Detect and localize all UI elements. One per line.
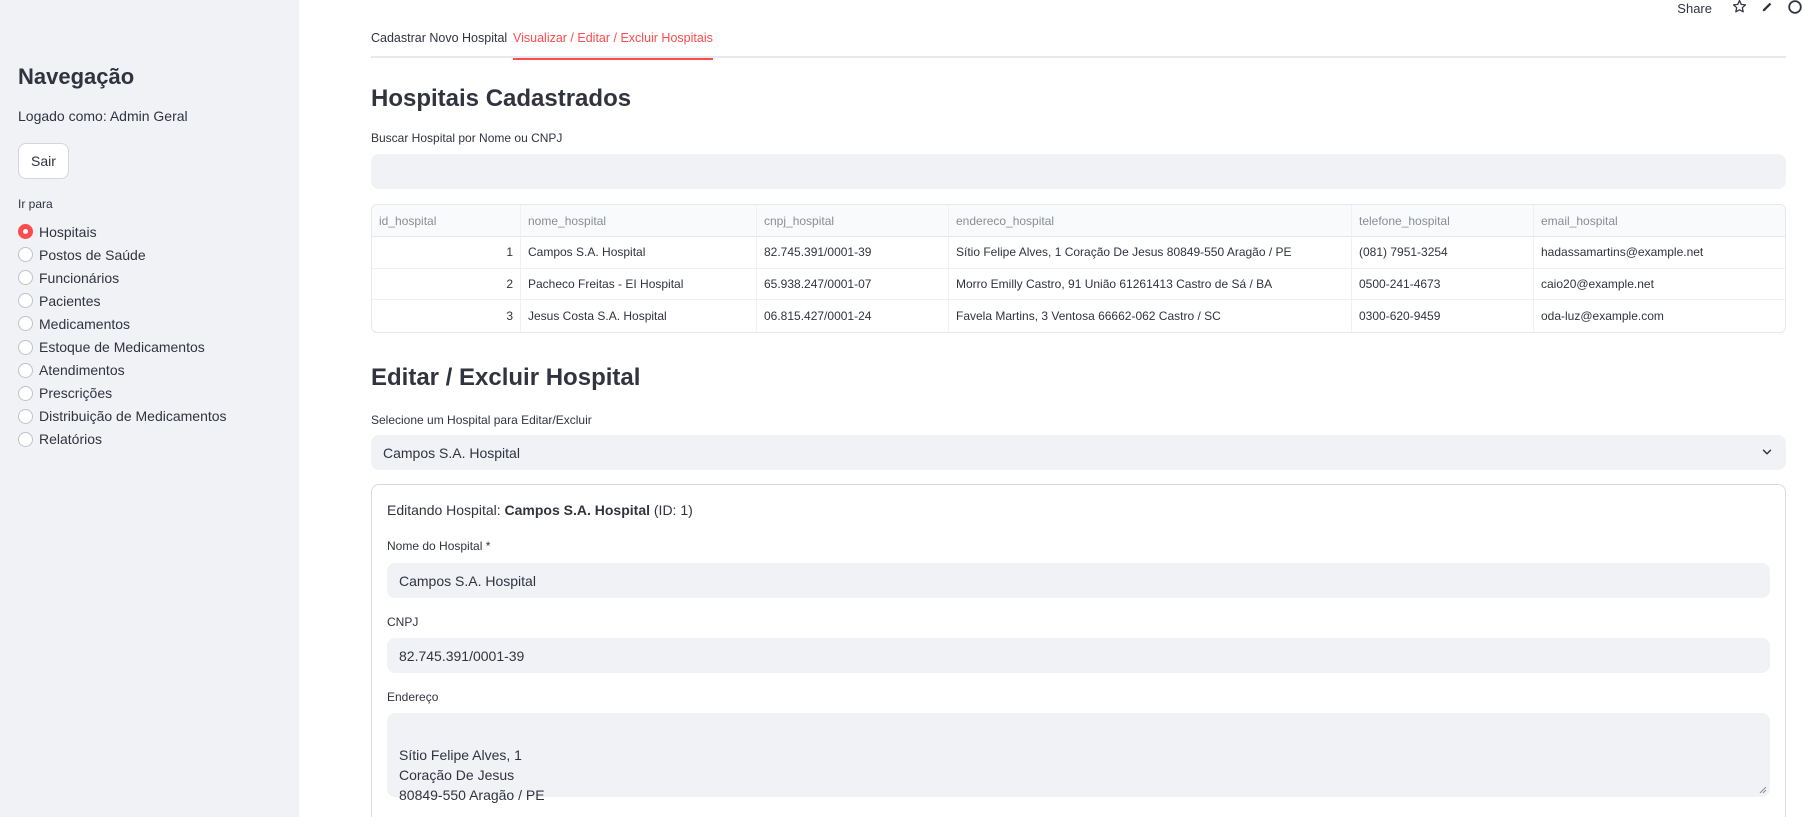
nav-radio-option-label: Atendimentos <box>39 362 125 379</box>
nav-radio-option[interactable]: Distribuição de Medicamentos <box>18 405 227 428</box>
table-cell: 0500-241-4673 <box>1352 268 1534 300</box>
chevron-down-icon <box>1762 449 1772 455</box>
nav-radio-label: Ir para <box>18 197 53 211</box>
sidebar-title: Navegação <box>18 64 135 89</box>
table-cell: Campos S.A. Hospital <box>521 237 757 269</box>
table-row[interactable]: 1 Campos S.A. Hospital 82.745.391/0001-3… <box>372 237 1785 269</box>
list-section-title: Hospitais Cadastrados <box>371 85 632 112</box>
form-heading-prefix: Editando Hospital: <box>387 502 501 518</box>
form-heading-id: (ID: 1) <box>653 502 693 518</box>
table-row[interactable]: 2 Pacheco Freitas - EI Hospital 65.938.2… <box>372 268 1785 300</box>
nav-radio-option[interactable]: Hospitais <box>18 220 227 243</box>
address-textarea[interactable]: Sítio Felipe Alves, 1 Coração De Jesus 8… <box>387 713 1770 803</box>
radio-button-icon[interactable] <box>18 362 33 378</box>
logged-user-text: Logado como: Admin Geral <box>18 108 188 124</box>
nav-radio-option-label: Relatórios <box>39 431 103 448</box>
radio-button-icon[interactable] <box>18 316 33 332</box>
nav-radio-option[interactable]: Estoque de Medicamentos <box>18 335 227 358</box>
table-cell: 3 <box>372 300 521 332</box>
nav-radio-option-label: Pacientes <box>39 292 101 309</box>
select-hospital-label: Selecione um Hospital para Editar/Exclui… <box>371 413 592 427</box>
table-cell: 82.745.391/0001-39 <box>757 237 949 269</box>
edit-section-title: Editar / Excluir Hospital <box>371 364 641 391</box>
nav-radio-option-label: Medicamentos <box>39 315 131 332</box>
radio-button-icon[interactable] <box>18 385 33 401</box>
table-cell: 0300-620-9459 <box>1352 300 1534 332</box>
table-cell: caio20@example.net <box>1534 269 1785 300</box>
radio-button-icon[interactable] <box>18 431 33 447</box>
hospitals-table: id_hospital nome_hospital cnpj_hospital … <box>371 204 1786 333</box>
column-header[interactable]: email_hospital <box>1534 205 1785 237</box>
nav-radio-option[interactable]: Relatórios <box>18 428 227 451</box>
address-textarea-value: Sítio Felipe Alves, 1 Coração De Jesus 8… <box>399 747 545 803</box>
column-header[interactable]: nome_hospital <box>521 205 757 237</box>
sidebar: Navegação Logado como: Admin Geral Sair … <box>0 0 299 817</box>
table-cell: 65.938.247/0001-07 <box>757 268 949 300</box>
table-cell: Morro Emilly Castro, 91 União 61261413 C… <box>949 268 1352 300</box>
github-icon[interactable] <box>1788 0 1802 17</box>
logout-button[interactable]: Sair <box>18 143 69 179</box>
radio-button-icon[interactable] <box>18 408 33 424</box>
nav-radio-group: Hospitais Postos de Saúde Funcionários Paci… <box>18 220 227 451</box>
tab-register-hospital[interactable]: Cadastrar Novo Hospital <box>371 31 507 58</box>
star-icon[interactable] <box>1732 0 1747 17</box>
nav-radio-option[interactable]: Funcionários <box>18 266 227 289</box>
nav-radio-option[interactable]: Atendimentos <box>18 359 227 382</box>
radio-button-icon[interactable] <box>18 247 33 263</box>
top-toolbar: Share <box>1677 0 1802 16</box>
share-button[interactable]: Share <box>1677 1 1712 16</box>
radio-button-icon[interactable] <box>18 293 33 309</box>
table-cell: Jesus Costa S.A. Hospital <box>521 300 757 332</box>
table-cell: 1 <box>372 237 521 269</box>
nav-radio-option[interactable]: Postos de Saúde <box>18 243 227 266</box>
nav-radio-option-label: Hospitais <box>39 223 97 240</box>
table-cell: Favela Martins, 3 Ventosa 66662-062 Cast… <box>949 300 1352 332</box>
search-input[interactable] <box>371 154 1786 189</box>
search-label: Buscar Hospital por Nome ou CNPJ <box>371 131 563 145</box>
nav-radio-option[interactable]: Medicamentos <box>18 312 227 335</box>
column-header[interactable]: id_hospital <box>372 205 521 237</box>
tab-bar: Cadastrar Novo Hospital Visualizar / Edi… <box>371 28 1786 60</box>
nav-radio-option-label: Prescrições <box>39 385 113 402</box>
table-cell: Sítio Felipe Alves, 1 Coração De Jesus 8… <box>949 237 1352 269</box>
nav-radio-option-label: Postos de Saúde <box>39 246 146 263</box>
nav-radio-option-label: Estoque de Medicamentos <box>39 339 205 356</box>
table-cell: (081) 7951-3254 <box>1352 237 1534 269</box>
nav-radio-option[interactable]: Pacientes <box>18 289 227 312</box>
table-cell: hadassamartins@example.net <box>1534 237 1785 269</box>
hospital-select-value: Campos S.A. Hospital <box>383 444 520 461</box>
table-cell: Pacheco Freitas - EI Hospital <box>521 268 757 300</box>
radio-button-icon[interactable] <box>18 339 33 355</box>
hospital-select[interactable]: Campos S.A. Hospital <box>371 435 1786 470</box>
radio-button-icon[interactable] <box>18 270 33 286</box>
hospital-name-field[interactable]: Campos S.A. Hospital <box>387 563 1770 598</box>
table-cell: oda-luz@example.com <box>1541 308 1664 323</box>
table-cell: 2 <box>372 268 521 300</box>
column-header[interactable]: cnpj_hospital <box>757 205 949 237</box>
table-header-row: id_hospital nome_hospital cnpj_hospital … <box>372 205 1785 237</box>
resize-handle-icon[interactable] <box>1759 786 1767 794</box>
table-cell: 06.815.427/0001-24 <box>757 300 949 332</box>
address-label: Endereço <box>387 690 439 704</box>
column-header[interactable]: endereco_hospital <box>949 205 1352 237</box>
pencil-icon[interactable] <box>1761 0 1774 16</box>
form-heading-name: Campos S.A. Hospital <box>504 502 650 518</box>
nav-radio-option[interactable]: Prescrições <box>18 382 227 405</box>
column-header[interactable]: telefone_hospital <box>1352 205 1534 237</box>
form-heading: Editando Hospital: Campos S.A. Hospital … <box>387 502 693 518</box>
edit-hospital-form: Editando Hospital: Campos S.A. Hospital … <box>371 484 1786 817</box>
hospital-name-label: Nome do Hospital * <box>387 539 491 553</box>
nav-radio-option-label: Funcionários <box>39 269 120 286</box>
nav-radio-option-label: Distribuição de Medicamentos <box>39 408 227 425</box>
table-row[interactable]: 3 Jesus Costa S.A. Hospital 06.815.427/0… <box>372 300 1785 332</box>
cnpj-label: CNPJ <box>387 615 419 629</box>
cnpj-field[interactable]: 82.745.391/0001-39 <box>387 638 1770 673</box>
radio-button-icon[interactable] <box>18 224 33 240</box>
tab-view-edit-delete-hospitals[interactable]: Visualizar / Editar / Excluir Hospitais <box>513 31 713 60</box>
